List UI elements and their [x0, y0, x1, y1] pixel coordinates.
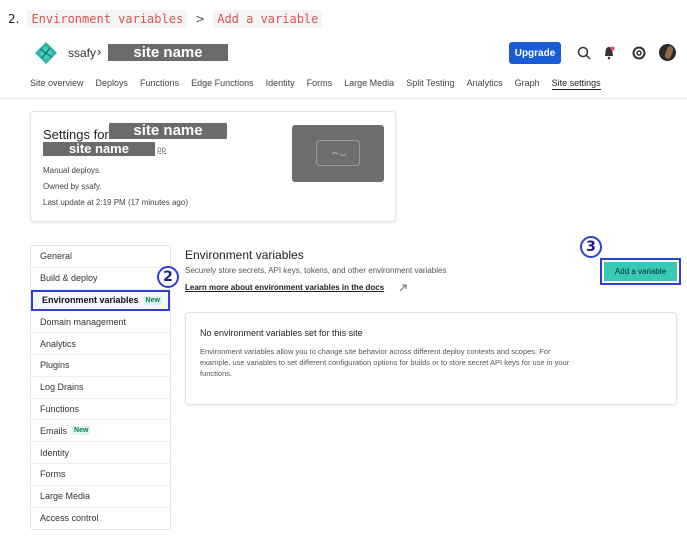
nav-site-settings[interactable]: Site settings [551, 78, 601, 90]
nav-functions[interactable]: Functions [140, 78, 179, 90]
site-settings-card: Settings for site name site name pp Manu… [30, 111, 396, 222]
top-navigation-bar: ssafy › site name Upgrade [0, 36, 687, 70]
step-separator: > [195, 12, 206, 26]
section-title: Environment variables [185, 248, 304, 262]
sidebar-item-emails[interactable]: Emails New [31, 420, 170, 443]
nav-identity[interactable]: Identity [266, 78, 295, 90]
empty-state-description: Environment variables allow you to chang… [200, 347, 570, 378]
add-variable-highlight: Add a variable [600, 258, 681, 285]
sidebar-item-label: General [40, 251, 73, 262]
upgrade-button[interactable]: Upgrade [509, 42, 561, 64]
empty-state-panel: No environment variables set for this si… [185, 312, 677, 405]
nav-split-testing[interactable]: Split Testing [406, 78, 454, 90]
nav-large-media[interactable]: Large Media [344, 78, 394, 90]
section-description: Securely store secrets, API keys, tokens… [185, 266, 447, 275]
deploy-mode-text: Manual deploys. [43, 166, 102, 175]
site-name-redacted[interactable]: site name [108, 44, 228, 61]
nav-deploys[interactable]: Deploys [96, 78, 129, 90]
site-name-redacted-title: site name [109, 123, 227, 139]
nav-graph[interactable]: Graph [515, 78, 540, 90]
settings-sidebar: General Build & deploy Environment varia… [30, 245, 171, 531]
step-path-2: Add a variable [213, 10, 323, 28]
site-nav: Site overview Deploys Functions Edge Fun… [30, 78, 613, 90]
step-number: 2. [8, 12, 20, 26]
site-url-suffix[interactable]: pp [157, 145, 166, 154]
netlify-logo-icon[interactable] [34, 41, 58, 65]
site-name-redacted-url[interactable]: site name [43, 142, 155, 156]
sidebar-item-identity[interactable]: Identity [31, 442, 170, 464]
docs-link[interactable]: Learn more about environment variables i… [185, 283, 384, 292]
nav-edge-functions[interactable]: Edge Functions [191, 78, 254, 90]
nav-analytics[interactable]: Analytics [467, 78, 503, 90]
add-variable-button[interactable]: Add a variable [604, 262, 677, 281]
sidebar-item-label: Build & deploy [40, 273, 98, 284]
sidebar-item-label: Large Media [40, 491, 91, 502]
nav-forms[interactable]: Forms [307, 78, 333, 90]
settings-title: Settings for [43, 127, 109, 142]
empty-state-title: No environment variables set for this si… [200, 328, 363, 338]
last-update-text: Last update at 2:19 PM (17 minutes ago) [43, 198, 188, 207]
sidebar-item-general[interactable]: General [31, 246, 170, 268]
sidebar-item-log-drains[interactable]: Log Drains [31, 377, 170, 399]
external-link-icon [399, 284, 407, 292]
sidebar-item-functions[interactable]: Functions [31, 399, 170, 421]
nav-divider [0, 98, 687, 99]
sidebar-item-label: Forms [40, 469, 66, 480]
new-badge: New [72, 426, 91, 436]
sidebar-item-label: Identity [40, 447, 70, 458]
step-marker-3: 3 [580, 236, 602, 258]
sidebar-item-label: Analytics [40, 338, 77, 349]
sidebar-item-forms[interactable]: Forms [31, 464, 170, 486]
sidebar-item-large-media[interactable]: Large Media [31, 486, 170, 508]
instruction-step: 2. Environment variables > Add a variabl… [8, 8, 323, 30]
sidebar-item-plugins[interactable]: Plugins [31, 355, 170, 377]
sidebar-item-environment-variables[interactable]: Environment variables New [31, 289, 170, 312]
owner-text: Owned by ssafy. [43, 182, 102, 191]
new-badge: New [143, 295, 162, 305]
sidebar-item-domain-management[interactable]: Domain management [31, 311, 170, 334]
nav-site-overview[interactable]: Site overview [30, 78, 84, 90]
notifications-icon[interactable] [601, 45, 617, 61]
sidebar-item-label: Access control [40, 513, 99, 524]
sidebar-item-label: Domain management [40, 316, 127, 327]
search-icon[interactable] [576, 45, 592, 61]
help-icon[interactable] [631, 45, 647, 61]
breadcrumb-separator: › [97, 44, 102, 59]
team-name-link[interactable]: ssafy [68, 46, 96, 60]
sidebar-item-label: Functions [40, 403, 80, 414]
placeholder-face-icon [316, 140, 360, 166]
sidebar-item-build-deploy[interactable]: Build & deploy [31, 268, 170, 290]
site-preview-thumbnail[interactable] [292, 125, 384, 182]
user-avatar[interactable] [659, 44, 676, 61]
sidebar-item-label: Log Drains [40, 382, 84, 393]
sidebar-item-label: Emails [40, 425, 68, 436]
step-path-1: Environment variables [27, 10, 188, 28]
sidebar-item-access-control[interactable]: Access control [31, 508, 170, 530]
step-marker-2: 2 [157, 266, 179, 288]
sidebar-item-label: Plugins [40, 360, 70, 371]
sidebar-item-label: Environment variables [42, 295, 139, 306]
sidebar-item-analytics[interactable]: Analytics [31, 333, 170, 355]
